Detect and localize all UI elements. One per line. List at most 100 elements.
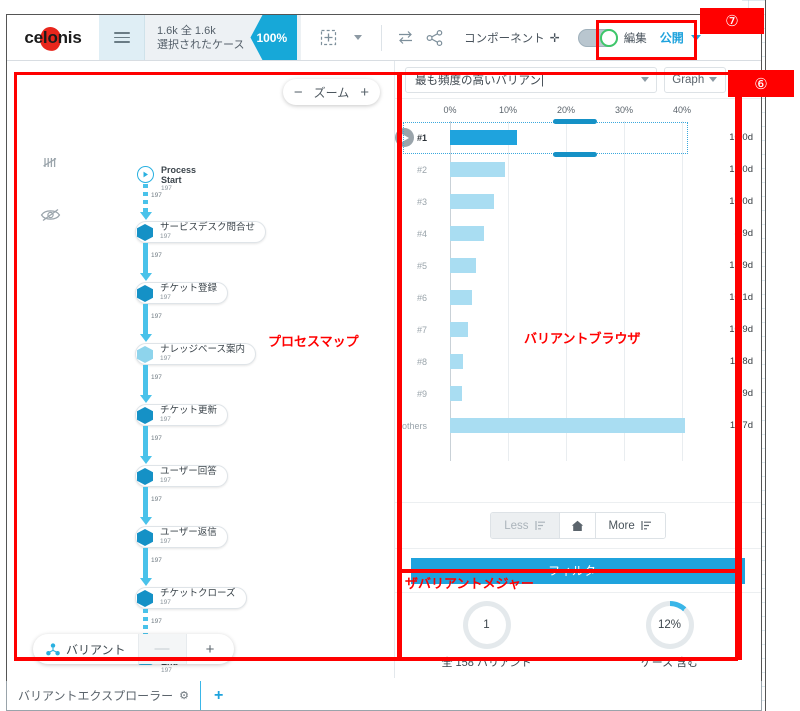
edge-label-8: 197 [151,618,162,625]
add-selection-dropdown[interactable] [343,15,373,61]
zoom-control[interactable]: − ズーム + [282,79,380,105]
bar[interactable] [450,418,685,433]
measure-total-variants[interactable]: 1 全 158 バリアント [395,593,578,678]
publish-chevron-down-icon[interactable] [690,34,701,41]
share-icon [426,29,443,46]
tally-marks-icon [42,158,56,167]
chart-row-3[interactable]: #3 10.0d [395,189,761,215]
bottom-tab-bar: バリアントエクスプローラー ⚙ + [6,681,762,711]
variant-bar-chart[interactable]: 0% 10% 20% 30% 40% #1 #2 #3 #4 8.9d #5 #… [395,99,761,548]
kpi-line1: 1.6k 全 1.6k [157,24,216,37]
bar[interactable] [450,386,462,401]
chart-row-2[interactable]: #2 12.0d [395,157,761,183]
bar[interactable] [450,226,484,241]
row-label: #9 [417,389,428,399]
process-map-canvas[interactable]: − ズーム + Process Start 197 197 サービスデスク問合せ… [7,61,394,678]
graph-select[interactable]: Graph [663,66,726,93]
app-body: − ズーム + Process Start 197 197 サービスデスク問合せ… [7,61,761,678]
publish-label[interactable]: 公開 [660,29,684,46]
edge-arrow-1 [139,273,152,281]
sort-select[interactable]: 最も頻度の高いバリアン| [405,66,657,93]
node-label: サービスデスク問合せ [160,222,256,233]
chart-row-6[interactable]: #6 10.1d [395,285,761,311]
hamburger-icon [113,29,130,46]
x-axis-tick-labels: 0% 10% 20% 30% 40% [395,105,761,117]
variant-label-group[interactable]: バリアント [33,641,138,658]
add-selection-button[interactable] [313,15,343,61]
variant-browser-toolbar: 最も頻度の高いバリアン| Graph ❯ [395,61,761,99]
bar[interactable] [450,258,476,273]
app-header: celonis 1.6k 全 1.6k 選択されたケース 100% コンポーネン… [7,15,761,61]
zoom-out-button[interactable]: − [294,84,303,101]
hidden-eye-button[interactable] [29,191,71,238]
add-tab-button[interactable]: + [201,681,236,710]
x-tick-0: 0% [443,105,457,115]
chart-row-4[interactable]: #4 8.9d [395,221,761,247]
edge-label-4: 197 [151,374,162,381]
bar[interactable] [450,322,468,337]
process-start-node[interactable] [137,166,154,183]
share-button[interactable] [420,15,450,61]
bar[interactable] [450,194,494,209]
publish-group[interactable]: 公開 [660,29,701,46]
chevron-down-icon [640,77,649,82]
edge-label-3: 197 [151,313,162,320]
row-label: #4 [417,229,428,239]
edge-2 [143,304,148,336]
edge-label-1: 197 [151,192,162,199]
variant-measures: 1 全 158 バリアント 12% ケース 含む [395,592,761,678]
chart-row-5[interactable]: #5 13.9d [395,253,761,279]
edge-label-2: 197 [151,252,162,259]
less-button[interactable]: Less [491,513,560,538]
component-label[interactable]: コンポーネント [464,30,545,46]
variant-increase-button[interactable]: + [187,641,234,658]
row-label: #6 [417,293,428,303]
toggle-knob [599,28,618,47]
node-label: チケット登録 [160,283,218,294]
tab-variant-explorer[interactable]: バリアントエクスプローラー ⚙ [7,681,202,710]
measure-case-coverage[interactable]: 12% ケース 含む [578,593,761,678]
chart-row-1[interactable]: #1 10.0d [395,125,761,151]
node-pill[interactable]: サービスデスク問合せ 197 [135,221,267,243]
process-start-count: 197 [161,185,172,192]
x-tick-1: 10% [498,105,518,115]
chart-row-8[interactable]: #8 11.8d [395,349,761,375]
swap-arrows-icon [398,31,412,44]
process-map-panel[interactable]: − ズーム + Process Start 197 197 サービスデスク問合せ… [7,61,395,678]
gear-icon[interactable]: ⚙ [179,689,189,702]
edit-mode-toggle-group[interactable]: 編集 [577,28,647,47]
node-count: 197 [160,416,171,423]
bar[interactable] [450,162,505,177]
node-pill[interactable]: ナレッジベース案内 197 [135,343,257,365]
hamburger-menu-button[interactable] [99,15,145,60]
swap-button[interactable] [390,15,420,61]
chart-row-9[interactable]: #9 9.9d [395,381,761,407]
node-label: ユーザー回答 [160,466,217,477]
home-button[interactable] [559,513,596,538]
graph-select-value: Graph [672,73,705,86]
zoom-label: ズーム [313,85,350,100]
node-label: チケットクローズ [160,588,236,599]
more-bars-icon [641,521,651,530]
bar[interactable] [450,130,517,145]
donut-hole: 12% [650,606,689,644]
row-label: #5 [417,261,428,271]
bar[interactable] [450,290,472,305]
screenshot-root: celonis 1.6k 全 1.6k 選択されたケース 100% コンポーネン… [0,0,800,711]
edge-arrow-4 [139,456,152,464]
chart-row-others[interactable]: others 11.7d [395,413,761,439]
more-button[interactable]: More [595,513,665,538]
bar[interactable] [450,354,463,369]
selection-handle-top[interactable] [553,119,597,124]
edge-label-5: 197 [151,435,162,442]
play-variant-button[interactable] [395,128,414,147]
add-selection-icon [320,29,336,46]
annotation-right-edge-rule [738,72,742,660]
zoom-in-button[interactable]: + [360,84,369,101]
tally-marks-button[interactable] [29,139,71,186]
case-count-kpi[interactable]: 1.6k 全 1.6k 選択されたケース 100% [145,15,302,60]
home-icon [571,520,583,531]
component-add-icon[interactable]: ✛ [550,31,560,45]
edit-mode-toggle[interactable] [577,28,618,47]
celonis-logo[interactable]: celonis [7,15,99,60]
